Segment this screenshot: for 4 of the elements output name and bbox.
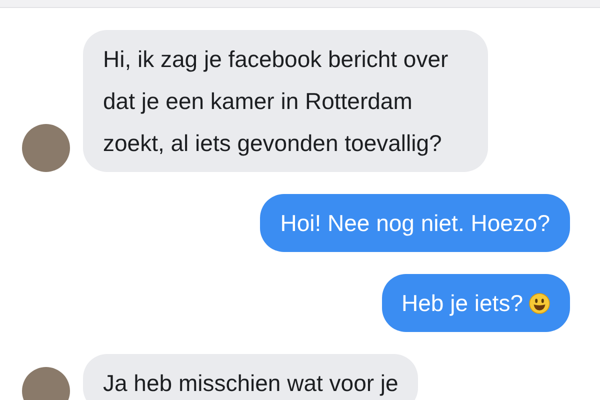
message-text: Ja heb misschien wat voor je [103,369,398,398]
message-text: Hoi! Nee nog niet. Hoezo? [280,209,550,238]
message-text: Heb je iets? [402,289,523,318]
message-text: Hi, ik zag je facebook bericht over dat je een kamer in Rotterdam zoekt, al iets gevonden toevallig? [103,45,450,158]
